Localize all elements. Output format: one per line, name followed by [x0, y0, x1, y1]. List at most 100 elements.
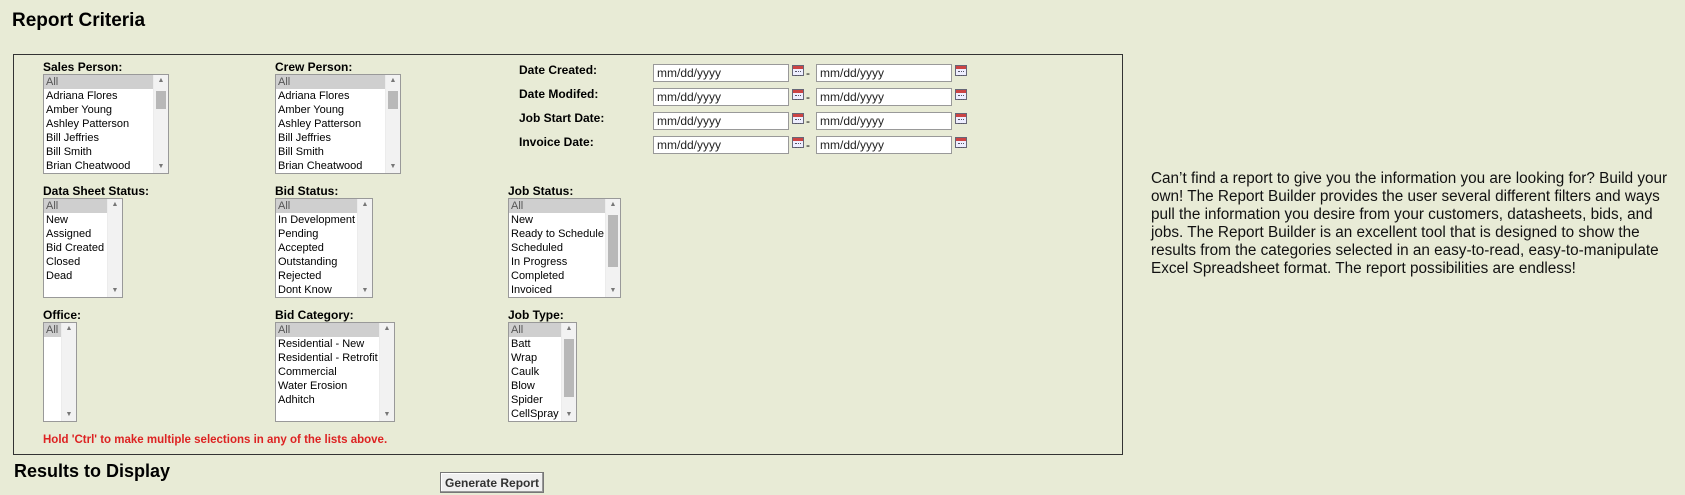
- scroll-thumb[interactable]: [608, 215, 618, 267]
- list-option[interactable]: Water Erosion: [276, 379, 379, 393]
- list-option[interactable]: Assigned: [44, 227, 107, 241]
- office-listbox[interactable]: All ▲ ▼: [43, 322, 77, 422]
- list-option[interactable]: Bill Smith: [276, 145, 385, 159]
- scroll-up-arrow-icon[interactable]: ▲: [606, 199, 620, 211]
- sales-person-listbox[interactable]: All Adriana Flores Amber Young Ashley Patte…: [43, 74, 169, 174]
- scroll-thumb[interactable]: [156, 91, 166, 109]
- list-option[interactable]: Adhitch: [276, 393, 379, 407]
- list-option[interactable]: Amber Young: [276, 103, 385, 117]
- crew-person-listbox[interactable]: All Adriana Flores Amber Young Ashley Patte…: [275, 74, 401, 174]
- bid-status-listbox[interactable]: All In Development Pending Accepted Outstand…: [275, 198, 373, 298]
- scroll-down-arrow-icon[interactable]: ▼: [154, 161, 168, 173]
- list-option[interactable]: All: [44, 323, 61, 337]
- scroll-down-arrow-icon[interactable]: ▼: [386, 161, 400, 173]
- scroll-up-arrow-icon[interactable]: ▲: [62, 323, 76, 335]
- bid-category-listbox[interactable]: All Residential - New Residential - Retrof…: [275, 322, 395, 422]
- calendar-icon[interactable]: [955, 65, 967, 76]
- listbox-scrollbar[interactable]: ▲ ▼: [605, 199, 620, 297]
- scroll-down-arrow-icon[interactable]: ▼: [380, 409, 394, 421]
- list-option[interactable]: Commercial: [276, 365, 379, 379]
- list-option[interactable]: New: [509, 213, 605, 227]
- calendar-icon[interactable]: [792, 65, 804, 76]
- list-option[interactable]: New: [44, 213, 107, 227]
- date-to-input[interactable]: [816, 136, 952, 154]
- scroll-thumb[interactable]: [564, 339, 574, 397]
- job-status-listbox[interactable]: All New Ready to Schedule Scheduled In Progr…: [508, 198, 621, 298]
- calendar-icon[interactable]: [792, 113, 804, 124]
- list-option[interactable]: All: [44, 75, 153, 89]
- list-option[interactable]: Caulk: [509, 365, 561, 379]
- data-sheet-status-listbox[interactable]: All New Assigned Bid Created Closed Dead ▲ ▼: [43, 198, 123, 298]
- list-option[interactable]: CellSpray: [509, 407, 561, 421]
- list-option[interactable]: All: [44, 199, 107, 213]
- scroll-down-arrow-icon[interactable]: ▼: [108, 285, 122, 297]
- list-option[interactable]: Brian Cheatwood: [276, 159, 385, 173]
- listbox-scrollbar[interactable]: ▲ ▼: [379, 323, 394, 421]
- list-option[interactable]: Pending: [276, 227, 357, 241]
- date-to-input[interactable]: [816, 112, 952, 130]
- list-option[interactable]: Bid Created: [44, 241, 107, 255]
- list-option[interactable]: In Progress: [509, 255, 605, 269]
- scroll-up-arrow-icon[interactable]: ▲: [562, 323, 576, 335]
- list-option[interactable]: Bill Jeffries: [276, 131, 385, 145]
- calendar-icon[interactable]: [792, 89, 804, 100]
- list-option[interactable]: Adriana Flores: [44, 89, 153, 103]
- listbox-scrollbar[interactable]: ▲ ▼: [61, 323, 76, 421]
- list-option[interactable]: Accepted: [276, 241, 357, 255]
- date-from-input[interactable]: [653, 88, 789, 106]
- list-option[interactable]: All: [509, 199, 605, 213]
- scroll-up-arrow-icon[interactable]: ▲: [358, 199, 372, 211]
- scroll-down-arrow-icon[interactable]: ▼: [62, 409, 76, 421]
- scroll-up-arrow-icon[interactable]: ▲: [386, 75, 400, 87]
- list-option[interactable]: Blow: [509, 379, 561, 393]
- list-option[interactable]: Brian Cheatwood: [44, 159, 153, 173]
- date-from-input[interactable]: [653, 112, 789, 130]
- list-option[interactable]: Adriana Flores: [276, 89, 385, 103]
- scroll-up-arrow-icon[interactable]: ▲: [154, 75, 168, 87]
- list-option[interactable]: Invoiced: [509, 283, 605, 297]
- date-from-input[interactable]: [653, 136, 789, 154]
- scroll-down-arrow-icon[interactable]: ▼: [358, 285, 372, 297]
- list-option[interactable]: Rejected: [276, 269, 357, 283]
- date-to-input[interactable]: [816, 64, 952, 82]
- list-option[interactable]: Scheduled: [509, 241, 605, 255]
- scroll-thumb[interactable]: [388, 91, 398, 109]
- list-option[interactable]: Residential - New: [276, 337, 379, 351]
- list-option[interactable]: In Development: [276, 213, 357, 227]
- listbox-scrollbar[interactable]: ▲ ▼: [357, 199, 372, 297]
- date-from-input[interactable]: [653, 64, 789, 82]
- list-option[interactable]: Ashley Patterson: [276, 117, 385, 131]
- list-option[interactable]: Spider: [509, 393, 561, 407]
- generate-report-button[interactable]: Generate Report: [440, 472, 545, 493]
- list-option[interactable]: Dont Know: [276, 283, 357, 297]
- list-option[interactable]: Wrap: [509, 351, 561, 365]
- list-option[interactable]: Residential - Retrofit: [276, 351, 379, 365]
- list-option[interactable]: Amber Young: [44, 103, 153, 117]
- list-option[interactable]: Dead: [44, 269, 107, 283]
- list-option[interactable]: All: [276, 323, 379, 337]
- list-option[interactable]: Bill Jeffries: [44, 131, 153, 145]
- listbox-scrollbar[interactable]: ▲ ▼: [561, 323, 576, 421]
- job-type-listbox[interactable]: All Batt Wrap Caulk Blow Spider CellSpray ▲ ▼: [508, 322, 577, 422]
- list-option[interactable]: Ashley Patterson: [44, 117, 153, 131]
- list-option[interactable]: Closed: [44, 255, 107, 269]
- list-option[interactable]: Ready to Schedule: [509, 227, 605, 241]
- calendar-icon[interactable]: [955, 113, 967, 124]
- list-option[interactable]: All: [509, 323, 561, 337]
- scroll-up-arrow-icon[interactable]: ▲: [108, 199, 122, 211]
- calendar-icon[interactable]: [792, 137, 804, 148]
- list-option[interactable]: Batt: [509, 337, 561, 351]
- scroll-down-arrow-icon[interactable]: ▼: [562, 409, 576, 421]
- listbox-scrollbar[interactable]: ▲ ▼: [153, 75, 168, 173]
- list-option[interactable]: All: [276, 199, 357, 213]
- scroll-down-arrow-icon[interactable]: ▼: [606, 285, 620, 297]
- list-option[interactable]: Completed: [509, 269, 605, 283]
- list-option[interactable]: Bill Smith: [44, 145, 153, 159]
- date-to-input[interactable]: [816, 88, 952, 106]
- listbox-scrollbar[interactable]: ▲ ▼: [385, 75, 400, 173]
- calendar-icon[interactable]: [955, 137, 967, 148]
- listbox-scrollbar[interactable]: ▲ ▼: [107, 199, 122, 297]
- list-option[interactable]: Outstanding: [276, 255, 357, 269]
- list-option[interactable]: All: [276, 75, 385, 89]
- calendar-icon[interactable]: [955, 89, 967, 100]
